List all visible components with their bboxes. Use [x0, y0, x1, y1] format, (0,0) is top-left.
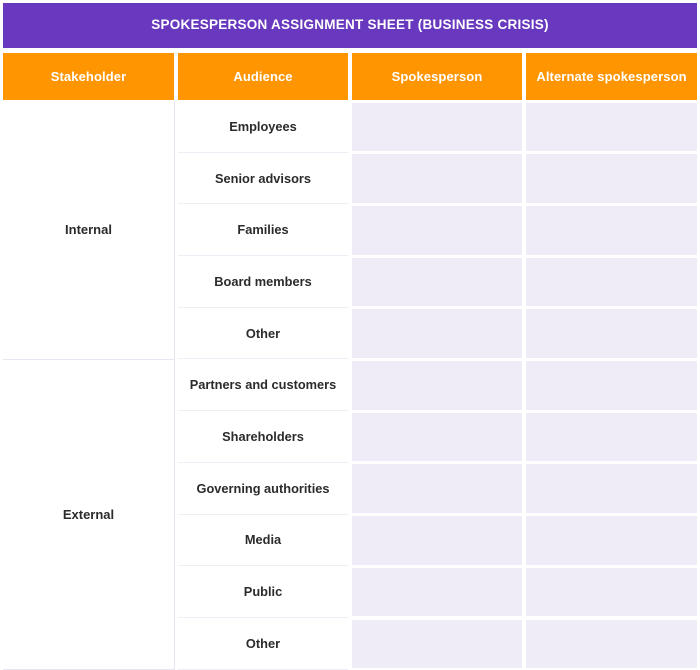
sheet-title-band: SPOKESPERSON ASSIGNMENT SHEET (BUSINESS … [3, 3, 697, 48]
column-divider [174, 101, 175, 360]
audience-cell: Public [178, 566, 348, 618]
column-header-label: Alternate spokesperson [536, 69, 687, 84]
alternate-spokesperson-input-cell[interactable] [526, 516, 697, 565]
column-header-label: Audience [233, 69, 293, 84]
spokesperson-input-cell[interactable] [352, 257, 522, 307]
spokesperson-input-cell[interactable] [352, 205, 522, 255]
stakeholder-label: External [62, 506, 115, 522]
table-body: Internal Employees Senior advisors Families… [0, 101, 700, 670]
audience-cell: Employees [178, 101, 348, 153]
stakeholder-cell: External [3, 359, 174, 670]
column-divider [174, 359, 175, 670]
alternate-spokesperson-input-cell[interactable] [526, 361, 697, 410]
audience-cell: Governing authorities [178, 462, 348, 515]
stakeholder-cell: Internal [3, 101, 174, 360]
stakeholder-label: Internal [65, 222, 112, 238]
spokesperson-input-cell[interactable] [352, 309, 522, 358]
column-header-stakeholder: Stakeholder [3, 53, 174, 100]
alternate-spokesperson-input-cell[interactable] [526, 102, 697, 152]
audience-cell: Board members [178, 256, 348, 308]
audience-label: Public [243, 584, 283, 600]
audience-label: Employees [229, 118, 297, 134]
audience-cell: Media [178, 514, 348, 567]
audience-label: Families [237, 222, 289, 238]
audience-label: Board members [214, 273, 312, 289]
alternate-spokesperson-input-cell[interactable] [526, 464, 697, 514]
column-header-spokesperson: Spokesperson [352, 53, 522, 100]
spokesperson-assignment-sheet: SPOKESPERSON ASSIGNMENT SHEET (BUSINESS … [0, 0, 700, 670]
column-header-label: Spokesperson [391, 69, 483, 84]
audience-cell: Other [178, 307, 348, 360]
page-title: SPOKESPERSON ASSIGNMENT SHEET (BUSINESS … [151, 17, 549, 33]
alternate-spokesperson-input-cell[interactable] [526, 412, 697, 462]
audience-label: Governing authorities [196, 480, 330, 496]
column-header-audience: Audience [178, 53, 348, 100]
audience-label: Media [244, 532, 282, 548]
alternate-spokesperson-input-cell[interactable] [526, 567, 697, 617]
spokesperson-input-cell[interactable] [352, 619, 522, 669]
spokesperson-input-cell[interactable] [352, 361, 522, 410]
audience-label: Other [245, 635, 281, 651]
column-header-label: Stakeholder [50, 69, 127, 84]
spokesperson-input-cell[interactable] [352, 464, 522, 514]
audience-label: Other [245, 325, 281, 341]
column-header-alternate-spokesperson: Alternate spokesperson [526, 53, 697, 100]
audience-label: Partners and customers [189, 377, 337, 393]
audience-cell: Shareholders [178, 411, 348, 463]
spokesperson-input-cell[interactable] [352, 154, 522, 203]
audience-cell: Senior advisors [178, 152, 348, 205]
audience-label: Shareholders [222, 429, 304, 445]
alternate-spokesperson-input-cell[interactable] [526, 154, 697, 203]
alternate-spokesperson-input-cell[interactable] [526, 257, 697, 307]
audience-cell: Other [178, 618, 348, 670]
alternate-spokesperson-input-cell[interactable] [526, 619, 697, 669]
spokesperson-input-cell[interactable] [352, 516, 522, 565]
spokesperson-input-cell[interactable] [352, 567, 522, 617]
audience-label: Senior advisors [214, 170, 311, 186]
alternate-spokesperson-input-cell[interactable] [526, 309, 697, 358]
table-header-row: Stakeholder Audience Spokesperson Altern… [0, 53, 700, 100]
spokesperson-input-cell[interactable] [352, 412, 522, 462]
audience-cell: Families [178, 204, 348, 257]
alternate-spokesperson-input-cell[interactable] [526, 205, 697, 255]
audience-cell: Partners and customers [178, 359, 348, 412]
spokesperson-input-cell[interactable] [352, 102, 522, 152]
